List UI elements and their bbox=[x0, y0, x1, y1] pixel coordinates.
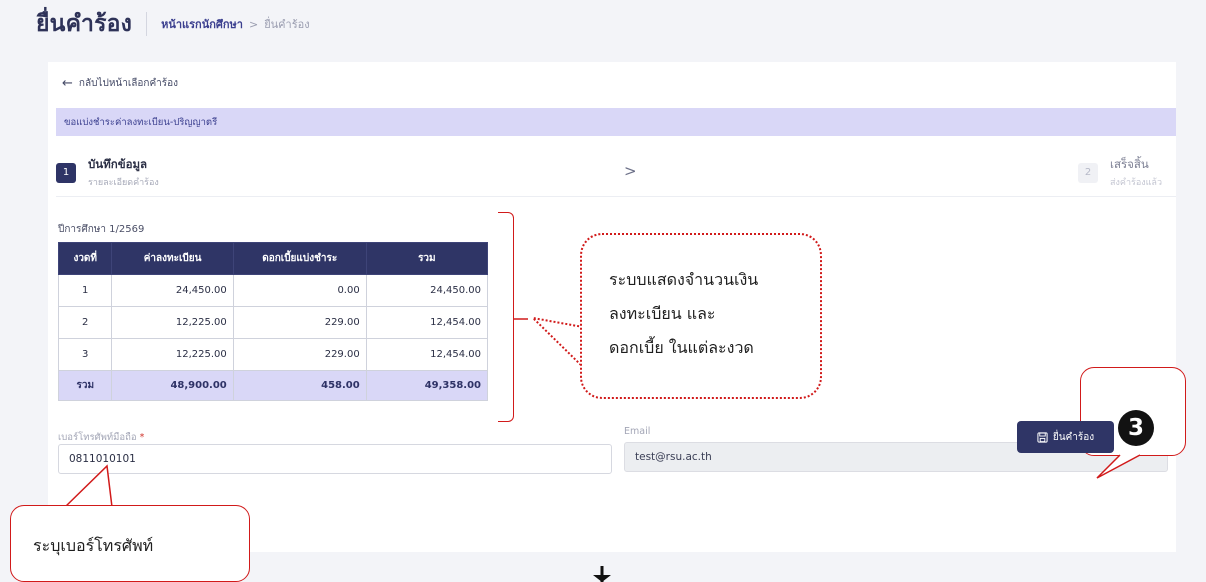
interest-cell: 229.00 bbox=[232, 306, 367, 339]
table-header-row: งวดที่ ค่าลงทะเบียน ดอกเบี้ยแบ่งชำระ รวม bbox=[57, 242, 489, 275]
step-subtitle: รายละเอียดคำร้อง bbox=[88, 178, 159, 188]
interest-cell: 229.00 bbox=[232, 338, 367, 371]
step-subtitle: ส่งคำร้องแล้ว bbox=[1110, 178, 1162, 188]
table-row: 3 12,225.00 229.00 12,454.00 bbox=[57, 338, 489, 371]
breadcrumb-current: ยื่นคำร้อง bbox=[264, 18, 310, 31]
breadcrumb-home-link[interactable]: หน้าแรกนักศึกษา bbox=[161, 15, 243, 33]
back-to-request-list-link[interactable]: ← กลับไปหน้าเลือกคำร้อง bbox=[62, 76, 178, 91]
table-row: 2 12,225.00 229.00 12,454.00 bbox=[57, 306, 489, 339]
registration-fee-cell: 12,225.00 bbox=[111, 338, 234, 371]
phone-field-label: เบอร์โทรศัพท์มือถือ * bbox=[58, 430, 144, 445]
installment-number-cell: 2 bbox=[57, 306, 113, 339]
column-header: ดอกเบี้ยแบ่งชำระ bbox=[232, 242, 367, 275]
page-header: ยื่นคำร้อง หน้าแรกนักศึกษา > ยื่นคำร้อง bbox=[0, 0, 1206, 48]
mobile-phone-input[interactable] bbox=[58, 444, 612, 474]
table-row: 1 24,450.00 0.00 24,450.00 bbox=[57, 274, 489, 307]
row-total-cell: 24,450.00 bbox=[365, 274, 489, 307]
step-number-badge: 1 bbox=[56, 162, 76, 183]
chevron-right-icon: > bbox=[624, 162, 637, 180]
step-title: เสร็จสิ้น bbox=[1110, 157, 1149, 171]
row-total-cell: 12,454.00 bbox=[365, 306, 489, 339]
submit-request-button[interactable]: ยื่นคำร้อง bbox=[1017, 421, 1114, 453]
installment-number-cell: 3 bbox=[57, 338, 113, 371]
step-record-data[interactable]: 1 บันทึกข้อมูล รายละเอียดคำร้อง bbox=[56, 156, 159, 189]
step-three-badge: 3 bbox=[1118, 410, 1154, 446]
column-header: รวม bbox=[365, 242, 489, 275]
column-header: งวดที่ bbox=[57, 242, 113, 275]
step-complete: 2 เสร็จสิ้น ส่งคำร้องแล้ว bbox=[1078, 156, 1162, 189]
save-icon bbox=[1037, 431, 1048, 443]
bubble-line: ระบบแสดงจำนวนเงิน bbox=[609, 270, 759, 289]
bubble-line: ดอกเบี้ย ในแต่ละงวด bbox=[609, 338, 754, 357]
installment-fee-table: งวดที่ ค่าลงทะเบียน ดอกเบี้ยแบ่งชำระ รวม… bbox=[57, 242, 489, 401]
annotation-callout-phone: ระบุเบอร์โทรศัพท์ bbox=[10, 505, 250, 582]
bubble-line: ลงทะเบียน และ bbox=[609, 304, 716, 323]
total-registration-fee-cell: 48,900.00 bbox=[111, 370, 234, 401]
annotation-bubble: ระบบแสดงจำนวนเงิน ลงทะเบียน และ ดอกเบี้ย… bbox=[580, 233, 822, 399]
registration-fee-cell: 24,450.00 bbox=[111, 274, 234, 307]
grand-total-cell: 49,358.00 bbox=[365, 370, 489, 401]
row-total-cell: 12,454.00 bbox=[365, 338, 489, 371]
email-field-label: Email bbox=[624, 426, 651, 437]
header-divider bbox=[146, 12, 148, 36]
installment-number-cell: 1 bbox=[57, 274, 113, 307]
column-header: ค่าลงทะเบียน bbox=[111, 242, 234, 275]
table-total-row: รวม 48,900.00 458.00 49,358.00 bbox=[57, 370, 489, 401]
registration-fee-cell: 12,225.00 bbox=[111, 306, 234, 339]
total-label-cell: รวม bbox=[57, 370, 113, 401]
annotation-bracket bbox=[498, 212, 514, 422]
page-title: ยื่นคำร้อง bbox=[36, 11, 133, 37]
academic-year-label: ปีการศึกษา 1/2569 bbox=[58, 224, 145, 235]
stepper-divider bbox=[56, 196, 1176, 197]
phone-label-text: เบอร์โทรศัพท์มือถือ bbox=[58, 432, 137, 443]
back-link-label: กลับไปหน้าเลือกคำร้อง bbox=[78, 78, 179, 89]
required-asterisk: * bbox=[139, 432, 145, 443]
arrow-left-icon: ← bbox=[62, 76, 73, 91]
submit-button-label: ยื่นคำร้อง bbox=[1052, 431, 1095, 443]
interest-cell: 0.00 bbox=[232, 274, 367, 307]
total-interest-cell: 458.00 bbox=[232, 370, 367, 401]
form-title-banner: ขอแบ่งชำระค่าลงทะเบียน-ปริญญาตรี bbox=[56, 108, 1176, 136]
breadcrumb-chevron-icon: > bbox=[248, 17, 259, 31]
step-number-badge: 2 bbox=[1078, 162, 1099, 183]
down-arrow-icon bbox=[593, 566, 611, 582]
step-title: บันทึกข้อมูล bbox=[88, 157, 148, 171]
